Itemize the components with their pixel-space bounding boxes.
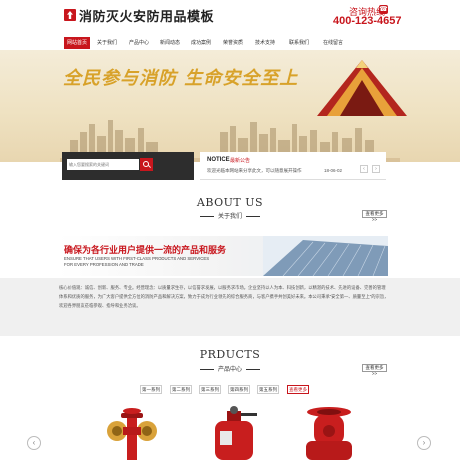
hero-banner[interactable]: 全民参与消防 生命安全至上	[0, 50, 460, 162]
nav-item-home[interactable]: 网站首页	[64, 37, 90, 49]
nav-item-honors[interactable]: 荣誉资质	[220, 37, 246, 49]
hotline-number: 400-123-4657	[333, 15, 402, 27]
products-title: PRDUCTS	[199, 348, 261, 361]
about-headline: 确保为各行业用户提供一流的产品和服务	[64, 245, 227, 255]
search-input[interactable]	[67, 159, 139, 170]
notice-date: 18-06-02	[324, 168, 343, 173]
about-more-button[interactable]: 查看更多>>	[362, 210, 387, 222]
product-tabs: 第一系列 第二系列 第三系列 第四系列 第五系列 查看更多	[140, 385, 340, 395]
products-more-button[interactable]: 查看更多>>	[362, 364, 387, 376]
nav-item-about[interactable]: 关于我们	[94, 37, 120, 49]
site-header: 消防灭火安防用品模板 咨询热线 ☎ 400-123-4657	[0, 0, 460, 36]
notice-prev-button[interactable]: ‹	[360, 165, 368, 173]
logo-icon[interactable]	[64, 9, 76, 21]
main-nav: 网站首页 关于我们 产品中心 新闻动态 成功案例 荣誉资质 技术支持 联系我们 …	[60, 37, 360, 49]
nav-item-products[interactable]: 产品中心	[126, 37, 152, 49]
phone-icon: ☎	[379, 5, 388, 14]
products-prev-button[interactable]: ‹	[27, 436, 41, 450]
building-image	[263, 236, 388, 276]
about-subtitle: 关于我们	[0, 211, 460, 220]
about-title: ABOUT US	[196, 196, 264, 209]
tab-more[interactable]: 查看更多	[287, 385, 309, 394]
about-text: 核心价值观：诚信、创新、服务、专业。经营理念：以质量求生存，以信誉求发展，以服务…	[59, 285, 389, 309]
products-subtitle: 产品中心	[0, 364, 460, 373]
product-valve-image[interactable]	[300, 405, 358, 460]
notice-text[interactable]: 欢迎光临本网站来分享此文，可以随意展开操作	[207, 168, 302, 174]
search-button[interactable]	[140, 158, 153, 171]
product-tank-image[interactable]	[205, 405, 263, 460]
tab-series-2[interactable]: 第二系列	[170, 385, 192, 394]
about-body: 核心价值观：诚信、创新、服务、专业。经营理念：以质量求生存，以信誉求发展，以服务…	[0, 278, 460, 336]
products-next-button[interactable]: ›	[417, 436, 431, 450]
tab-series-4[interactable]: 第四系列	[228, 385, 250, 394]
product-hydrant-image[interactable]	[103, 405, 161, 460]
notice-title: NOTICE	[207, 157, 230, 163]
fire-tent-image	[317, 60, 407, 116]
notice-panel: NOTICE 最新公告 欢迎光临本网站来分享此文，可以随意展开操作 18-06-…	[200, 152, 386, 180]
nav-item-cases[interactable]: 成功案例	[188, 37, 214, 49]
banner-slogan: 全民参与消防 生命安全至上	[63, 68, 299, 89]
about-en-text: ENSURE THAT USERS WITH FIRST-CLASS PRODU…	[64, 256, 210, 267]
search-panel	[62, 152, 194, 180]
about-banner: 确保为各行业用户提供一流的产品和服务 ENSURE THAT USERS WIT…	[58, 236, 388, 276]
nav-item-contact[interactable]: 联系我们	[286, 37, 312, 49]
tab-series-1[interactable]: 第一系列	[140, 385, 162, 394]
nav-item-news[interactable]: 新闻动态	[157, 37, 183, 49]
nav-item-support[interactable]: 技术支持	[252, 37, 278, 49]
tab-series-3[interactable]: 第三系列	[199, 385, 221, 394]
notice-next-button[interactable]: ›	[372, 165, 380, 173]
tab-series-5[interactable]: 第五系列	[257, 385, 279, 394]
site-title[interactable]: 消防灭火安防用品模板	[79, 6, 214, 25]
notice-subtitle: 最新公告	[230, 158, 251, 164]
nav-item-message[interactable]: 在线留言	[320, 37, 346, 49]
